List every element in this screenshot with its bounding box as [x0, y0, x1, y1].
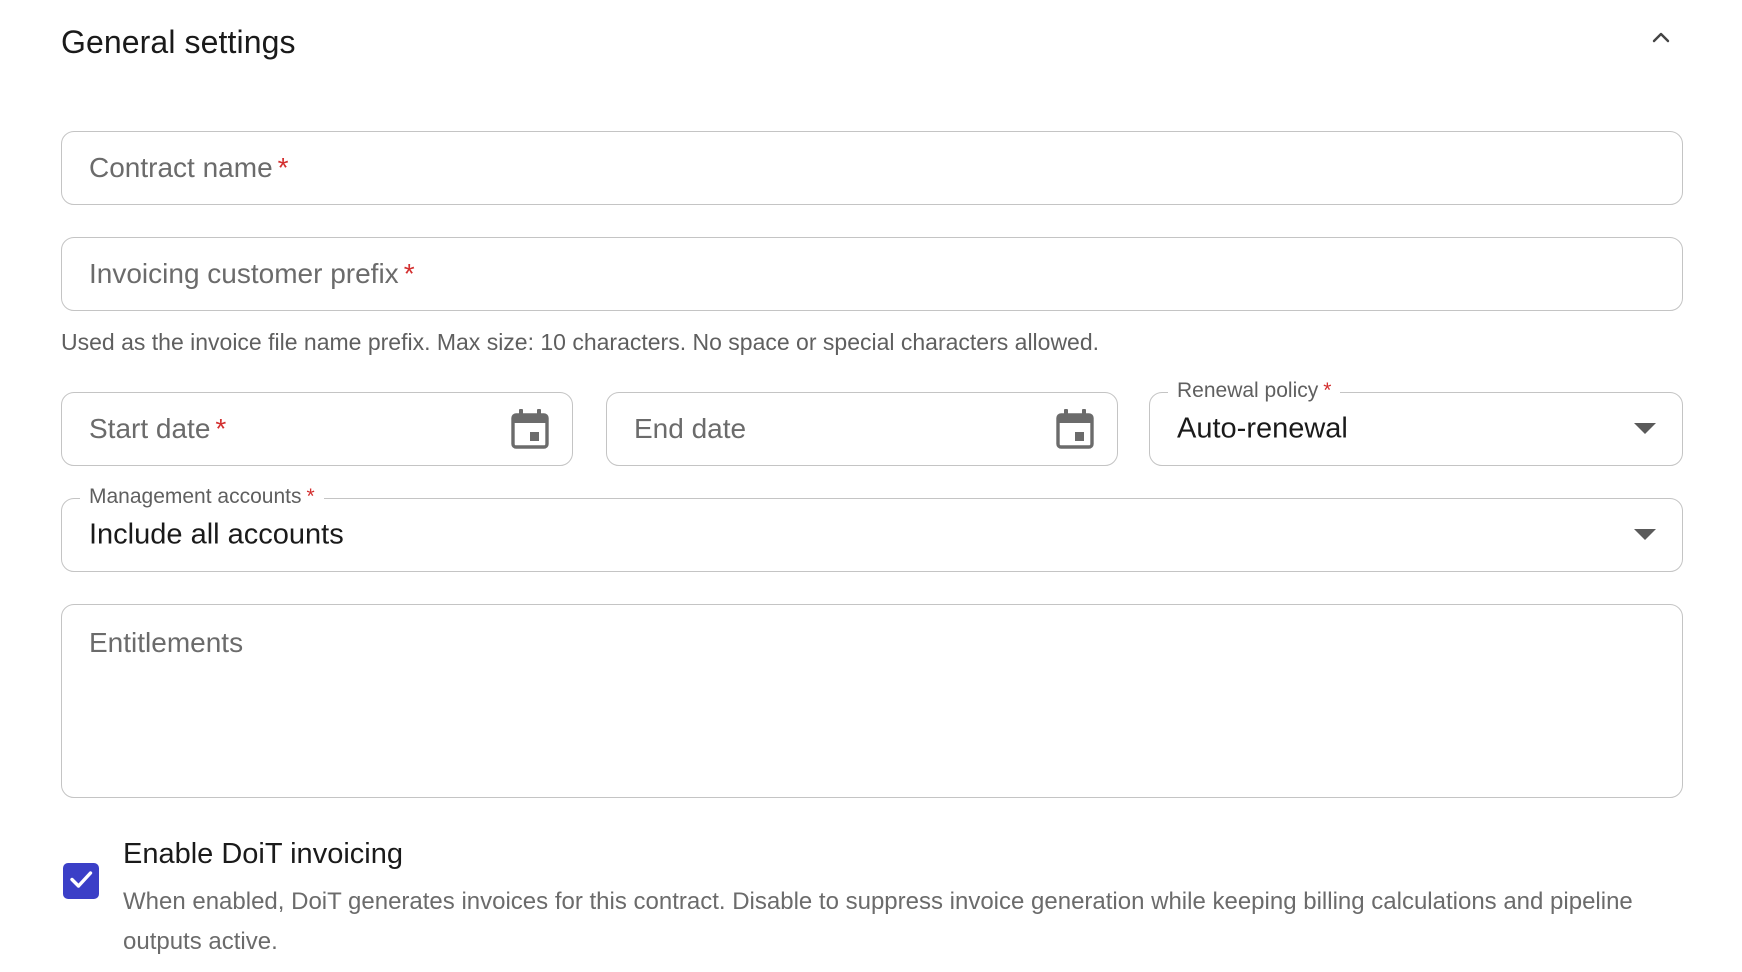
- invoicing-customer-prefix-field[interactable]: Invoicing customer prefix *: [61, 237, 1683, 311]
- management-accounts-label: Management accounts *: [80, 484, 324, 510]
- enable-invoicing-description: When enabled, DoiT generates invoices fo…: [123, 888, 1633, 955]
- start-date-placeholder: Start date *: [89, 413, 227, 444]
- end-date-placeholder: End date: [634, 413, 747, 444]
- calendar-icon[interactable]: [1055, 408, 1095, 450]
- renewal-policy-value: Auto-renewal: [1177, 412, 1348, 445]
- required-asterisk: *: [1323, 379, 1332, 402]
- enable-invoicing-row: Enable DoiT invoicing When enabled, DoiT…: [61, 838, 1683, 968]
- entitlements-textarea[interactable]: Entitlements: [61, 604, 1683, 798]
- collapse-button[interactable]: [1639, 18, 1683, 62]
- calendar-icon[interactable]: [510, 408, 550, 450]
- dropdown-arrow-icon[interactable]: [1634, 529, 1656, 541]
- dropdown-arrow-icon[interactable]: [1634, 423, 1656, 435]
- contract-name-field[interactable]: Contract name *: [61, 131, 1683, 205]
- section-title: General settings: [61, 24, 296, 60]
- start-date-field[interactable]: Start date *: [61, 392, 573, 466]
- invoicing-prefix-helper-text: Used as the invoice file name prefix. Ma…: [61, 329, 1100, 355]
- invoicing-prefix-placeholder: Invoicing customer prefix *: [89, 258, 415, 289]
- required-asterisk: *: [403, 258, 415, 289]
- enable-invoicing-checkbox[interactable]: [63, 863, 99, 899]
- management-accounts-select[interactable]: Management accounts * Include all account…: [61, 484, 1683, 572]
- required-asterisk: *: [277, 152, 289, 183]
- required-asterisk: *: [215, 413, 227, 444]
- end-date-field[interactable]: End date: [606, 392, 1118, 466]
- renewal-policy-label: Renewal policy *: [1168, 378, 1341, 404]
- chevron-up-icon: [1649, 26, 1673, 55]
- entitlements-placeholder: Entitlements: [89, 627, 244, 658]
- checkmark-icon: [67, 865, 95, 898]
- management-accounts-value: Include all accounts: [89, 518, 344, 551]
- renewal-policy-select[interactable]: Renewal policy * Auto-renewal: [1149, 378, 1683, 466]
- contract-name-placeholder: Contract name *: [89, 152, 289, 183]
- enable-invoicing-label[interactable]: Enable DoiT invoicing: [123, 838, 403, 871]
- section-header: General settings: [61, 18, 1683, 68]
- required-asterisk: *: [306, 485, 315, 508]
